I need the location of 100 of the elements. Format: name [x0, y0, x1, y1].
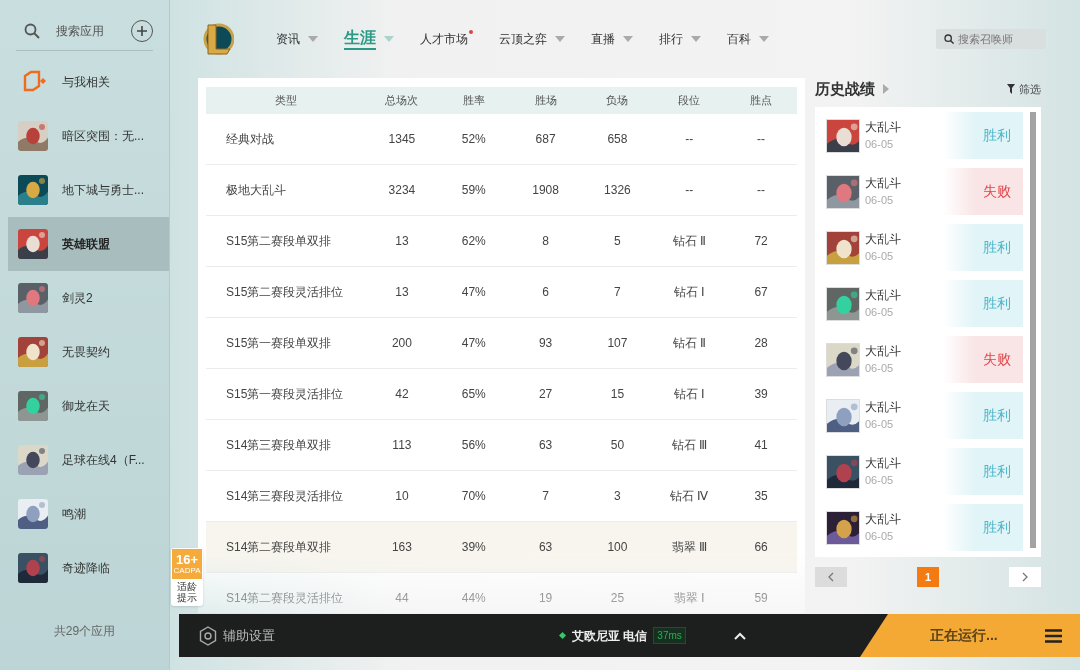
table-cell-text: 113 [391, 437, 413, 454]
search-icon[interactable] [24, 23, 40, 39]
nav-tab[interactable]: 人才市场 [420, 24, 473, 54]
search-field[interactable]: 搜索应用 [56, 22, 126, 40]
table-row[interactable]: S15第一赛段灵活排位 42 65% 27 15 钻石 Ⅰ 39 [206, 369, 797, 420]
app-count: 共29个应用 [52, 623, 117, 640]
sidebar-item[interactable]: 御龙在天 [8, 379, 169, 433]
table-cell-text: 50 [609, 437, 626, 454]
game-mode: 大乱斗 [865, 510, 901, 528]
chevron-left-icon [828, 572, 834, 582]
table-cell-text: 7 [541, 488, 550, 505]
plus-icon [136, 25, 148, 37]
nav-tab[interactable]: 云顶之弈 [499, 24, 565, 54]
game-mode: 大乱斗 [865, 230, 901, 248]
table-cell-text: 59% [460, 182, 487, 199]
table-cell-text: 25 [609, 590, 626, 607]
game-mode: 大乱斗 [865, 342, 901, 360]
running-status: 正在运行... [930, 626, 998, 645]
table-cell-text: 1345 [387, 131, 417, 148]
table-cell-text: 钻石 Ⅰ [672, 284, 706, 301]
table-cell-text: 687 [534, 131, 557, 148]
menu-icon[interactable] [1045, 628, 1062, 643]
match-result: 胜利 [943, 504, 1023, 551]
column-header: 总场次 [384, 93, 420, 109]
sidebar-item[interactable]: 足球在线4（F... [8, 433, 169, 487]
table-row[interactable]: S14第三赛段单双排 113 56% 63 50 钻石 Ⅲ 41 [206, 420, 797, 471]
column-header: 负场 [605, 93, 630, 109]
table-cell-text: 15 [609, 386, 626, 403]
sidebar-item[interactable]: 剑灵2 [8, 271, 169, 325]
caret-down-icon [623, 36, 633, 42]
table-cell-text: 72 [753, 233, 769, 250]
section-title: 历史战绩 [815, 78, 875, 99]
table-cell-text: 钻石 Ⅳ [669, 488, 710, 505]
table-row[interactable]: S14第二赛段单双排 163 39% 63 100 翡翠 Ⅲ 66 [206, 522, 797, 573]
table-cell-text: 66 [753, 539, 769, 556]
sidebar-item[interactable]: 英雄联盟 [8, 217, 169, 271]
nav-tab[interactable]: 资讯 [276, 24, 318, 54]
table-cell-text: 13 [394, 233, 410, 250]
settings-button[interactable]: 辅助设置 [223, 625, 275, 646]
search-icon[interactable] [944, 33, 954, 45]
table-cell-text: 100 [606, 539, 629, 556]
table-cell-text: 44% [460, 590, 487, 607]
match-result: 胜利 [943, 448, 1023, 495]
table-row[interactable]: S15第一赛段单双排 200 47% 93 107 钻石 Ⅱ 28 [206, 318, 797, 369]
table-cell-text: 翡翠 Ⅲ [670, 539, 708, 556]
table-cell-text: -- [684, 182, 695, 199]
match-date: 06-05 [865, 472, 895, 488]
sidebar-item[interactable]: 与我相关 [8, 55, 169, 109]
server-name[interactable]: 艾欧尼亚 电信 [572, 626, 648, 645]
filter-button[interactable]: 筛选 [1007, 80, 1041, 98]
search-input[interactable]: 搜索召唤师 [958, 30, 1038, 48]
table-cell-text: 59 [753, 590, 769, 607]
scrollbar[interactable] [1030, 112, 1036, 548]
match-date: 06-05 [865, 360, 895, 376]
table-cell-text: 13 [394, 284, 410, 301]
filter-icon [1007, 84, 1015, 94]
table-cell-text: 6 [541, 284, 550, 301]
caret-up-icon[interactable] [733, 631, 746, 640]
table-row[interactable]: 极地大乱斗 3234 59% 1908 1326 -- -- [206, 165, 797, 216]
table-cell-text: 65% [460, 386, 487, 403]
table-cell-text: 39 [753, 386, 769, 403]
table-cell-text: 极地大乱斗 [225, 182, 287, 199]
table-cell-text: S15第一赛段灵活排位 [225, 386, 345, 403]
match-date: 06-05 [865, 248, 895, 264]
table-cell-text: 163 [390, 539, 413, 556]
sidebar-item[interactable]: 暗区突围：无... [8, 109, 169, 163]
game-logo[interactable] [202, 22, 234, 56]
caret-down-icon [384, 36, 394, 42]
game-mode: 大乱斗 [865, 286, 901, 304]
sidebar-item[interactable]: 无畏契约 [8, 325, 169, 379]
table-cell-text: 3234 [387, 182, 417, 199]
summoner-search-field[interactable]: 搜索召唤师 [936, 29, 1046, 49]
chevron-right-icon [1022, 572, 1028, 582]
nav-tab[interactable]: 百科 [727, 24, 769, 54]
nav-tab[interactable]: 直播 [591, 24, 633, 54]
table-cell-text: 44 [394, 590, 410, 607]
table-cell-text: 7 [613, 284, 622, 301]
sidebar-item[interactable]: 鸣潮 [8, 487, 169, 541]
table-cell-text: 41 [753, 437, 769, 454]
nav-tab[interactable]: 排行 [659, 24, 701, 54]
sidebar-item[interactable]: 奇迹降临 [8, 541, 169, 595]
table-cell-text: 47% [460, 335, 487, 352]
match-result: 胜利 [943, 392, 1023, 439]
column-header: 段位 [677, 93, 702, 109]
table-row[interactable]: S15第二赛段单双排 13 62% 8 5 钻石 Ⅱ 72 [206, 216, 797, 267]
table-cell-text: 63 [537, 437, 554, 454]
hexagon-icon[interactable] [199, 625, 217, 646]
table-row[interactable]: 经典对战 1345 52% 687 658 -- -- [206, 114, 797, 165]
table-cell-text: S15第二赛段灵活排位 [225, 284, 345, 301]
column-header: 胜场 [533, 93, 558, 109]
rating-org: CADPA [173, 567, 201, 575]
table-cell-text: 翡翠 Ⅰ [672, 590, 706, 607]
table-row[interactable]: S15第二赛段灵活排位 13 47% 6 7 钻石 Ⅰ 67 [206, 267, 797, 318]
table-cell-text: S14第三赛段单双排 [225, 437, 333, 454]
table-cell-text: 8 [541, 233, 550, 250]
game-mode: 大乱斗 [865, 118, 901, 136]
sidebar-item[interactable]: 地下城与勇士... [8, 163, 169, 217]
game-mode: 大乱斗 [865, 398, 901, 416]
table-cell-text: 47% [460, 284, 487, 301]
match-result: 胜利 [943, 280, 1023, 327]
